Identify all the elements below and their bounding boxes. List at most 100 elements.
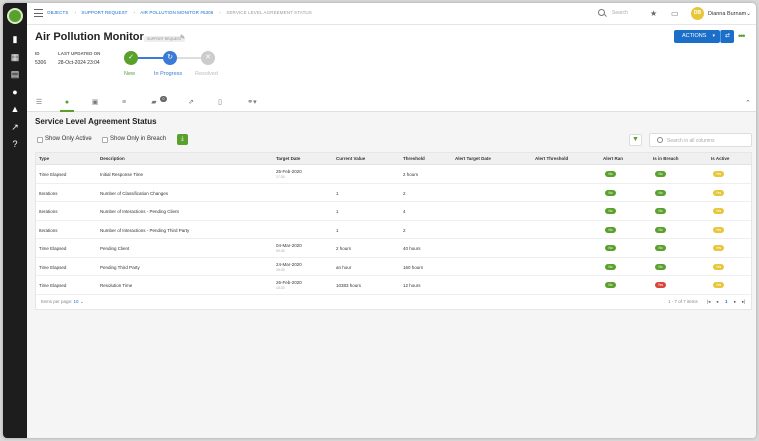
chevron-down-icon[interactable]: ⌄ [746,10,751,17]
table-row[interactable]: Time Elapsed Pending Third Party 24-Mar-20… [36,258,751,276]
column-header-threshold[interactable]: Threshold [403,156,425,161]
id-value: 5306 [35,60,47,66]
record-type-badge: SUPPORT REQUEST [144,36,185,42]
user-name[interactable]: Dianna Burnam [708,11,746,17]
cell-target-date: 26-Feb-2020 15:20 [276,280,302,290]
avatar[interactable]: DB [691,7,704,20]
chevron-down-icon[interactable]: ⌄ [80,299,84,304]
bookmark-icon[interactable]: ★ [650,9,657,18]
people-icon[interactable]: ● [9,87,21,97]
global-search[interactable]: Search [598,8,658,19]
search-icon [657,137,663,143]
tab-inbox-icon[interactable]: ▣ [89,98,101,108]
column-header-current[interactable]: Current Value [336,156,365,161]
chevron-up-icon[interactable]: ⌃ [745,99,751,107]
last-page-icon[interactable]: ▸| [742,299,745,305]
step-in-progress-icon[interactable]: ↻ [163,51,177,65]
table-row[interactable]: Time Elapsed Initial Response Time 25-Feb-… [36,165,751,184]
show-only-active-checkbox[interactable] [37,137,43,143]
status-badge: No [605,189,616,196]
cell-threshold: 12 hours [403,283,421,288]
table-search-input[interactable] [667,136,747,145]
breadcrumb-support-request[interactable]: SUPPORT REQUEST [81,10,127,15]
items-per-page-value[interactable]: 10 [74,299,79,304]
tab-list-icon[interactable]: ☰ [33,98,45,108]
search-icon [598,9,605,16]
column-header-type[interactable]: Type [39,156,49,161]
status-badge: Yes [713,208,724,214]
cell-target-time-value: 15:20 [276,286,285,290]
cell-description: Number of Classification Changes [100,190,169,196]
table-row[interactable]: Time Elapsed Resolution Time 26-Feb-2020 15… [36,276,751,295]
current-page[interactable]: 1 [725,299,728,304]
tab-document-icon[interactable]: ▯ [214,98,226,108]
grid-icon[interactable]: ▦ [9,52,21,62]
breadcrumb-objects[interactable]: OBJECTS [47,10,68,15]
breadcrumb: OBJECTS › SUPPORT REQUEST › AIR POLLUTION … [47,10,312,15]
step-label-new: New [124,71,136,77]
chat-icon[interactable]: ▭ [671,9,679,18]
show-only-active-label[interactable]: Show Only Active [45,136,92,142]
column-header-target-date[interactable]: Target Date [276,156,300,161]
first-page-icon[interactable]: |◂ [707,299,710,305]
table-row[interactable]: Iterations Number of Interactions - Pendi… [36,221,751,239]
show-only-breach-label[interactable]: Show Only in Breach [110,136,166,142]
edit-icon[interactable]: ✎ [180,34,185,41]
cell-description: Pending Client [100,246,130,251]
home-icon[interactable]: ▲ [9,104,21,114]
column-header-is-active[interactable]: Is Active [711,156,729,161]
help-icon[interactable]: ? [9,139,21,149]
actions-label: ACTIONS [682,33,707,39]
cell-type: Iterations [39,227,58,233]
status-badge: Yes [713,171,724,177]
sla-panel: Service Level Agreement Status Show Only… [27,112,756,438]
items-per-page[interactable]: Items per page: 10 ⌄ [41,299,84,305]
tab-details-icon[interactable]: ≡ [118,98,130,108]
table-row[interactable]: Time Elapsed Pending Client 04-Mar-2020 09:… [36,239,751,258]
table-header: Type Description Target Date Current Value T… [36,153,751,165]
menu-icon[interactable] [34,9,43,17]
table-search[interactable] [649,133,752,147]
column-header-alert-ran[interactable]: Alert Ran [603,156,623,161]
status-badge: No [655,226,666,233]
workflow-button[interactable]: ⇄ [720,30,734,43]
show-only-breach-checkbox[interactable] [102,137,108,143]
id-label: ID [35,51,40,56]
pagination-range: 1 - 7 of 7 items [668,298,698,304]
tab-link-icon[interactable]: ⚭▾ [243,98,261,108]
step-new-check-icon[interactable]: ✓ [124,51,138,65]
cell-target-date-value: 24-Mar-2020 [276,261,302,267]
status-badge: Yes [655,282,666,288]
status-badge: No [655,245,666,251]
column-header-description[interactable]: Description [100,156,125,161]
cell-current: an hour [336,264,352,270]
table-row[interactable]: Iterations Number of Classification Chang… [36,184,751,202]
external-link-icon[interactable]: ↗ [9,122,21,132]
prev-page-icon[interactable]: ◂ [716,299,718,305]
app-logo[interactable] [7,8,23,24]
notebook-icon[interactable]: ▤ [9,69,21,79]
cell-description: Initial Response Time [100,172,144,177]
table-row[interactable]: Iterations Number of Interactions - Pendi… [36,202,751,221]
dashboard-icon[interactable]: ▮ [9,34,21,44]
next-page-icon[interactable]: ▸ [734,299,736,305]
filter-icon[interactable]: ▼ [629,134,642,146]
tab-sla-icon[interactable]: ● [61,98,73,108]
chevron-down-icon: ▾ [712,33,715,39]
breadcrumb-record[interactable]: AIR POLLUTION MONITOR #5306 [140,10,213,15]
export-excel-icon[interactable]: ⤓ [177,134,188,145]
actions-button[interactable]: ACTIONS ▾ [674,30,720,43]
column-header-alert-threshold[interactable]: Alert Threshold [535,156,568,161]
more-options-icon[interactable]: ••• [738,31,746,41]
step-resolved-icon[interactable]: ✕ [201,51,215,65]
column-header-in-breach[interactable]: Is in Breach [653,156,679,161]
status-badge: No [655,189,666,196]
tab-external-icon[interactable]: ⇗ [185,98,197,108]
cell-current: 1 [336,227,339,233]
top-bar: OBJECTS › SUPPORT REQUEST › AIR POLLUTION … [27,3,756,25]
cell-target-date-value: 25-Feb-2020 [276,169,302,174]
tab-comments-icon[interactable]: ▰ [148,98,160,108]
cell-type: Time Elapsed [39,246,67,251]
column-header-alert-target[interactable]: Alert Target Date [455,156,491,161]
step-label-in-progress: In Progress [154,71,183,77]
